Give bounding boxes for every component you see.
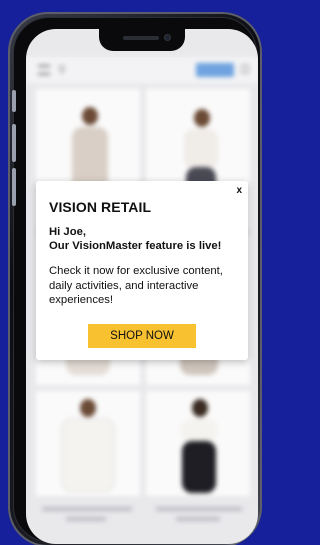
promo-popup: x VISION RETAIL Hi Joe, Our VisionMaster… <box>36 181 248 360</box>
shop-now-button[interactable]: SHOP NOW <box>88 324 196 348</box>
search-icon[interactable]: ⚲ <box>58 63 66 76</box>
volume-down-button <box>12 168 16 206</box>
product-image <box>182 441 216 493</box>
product-caption-line <box>176 517 220 521</box>
app-header-button[interactable] <box>196 63 234 77</box>
volume-up-button <box>12 124 16 162</box>
popup-body-text: Check it now for exclusive content, dail… <box>49 265 223 306</box>
close-icon[interactable]: x <box>236 186 242 196</box>
product-caption-line <box>156 507 242 511</box>
mute-switch <box>12 90 16 112</box>
speaker-grille <box>123 36 159 40</box>
product-image <box>180 419 218 441</box>
app-topbar: ⚲ ◫ <box>26 57 258 83</box>
cart-icon[interactable]: ◫ <box>240 62 250 75</box>
product-caption-line <box>42 507 132 511</box>
product-card[interactable] <box>146 391 250 496</box>
popup-title: VISION RETAIL <box>49 199 152 215</box>
greeting-line: Our VisionMaster feature is live! <box>49 240 222 252</box>
notch <box>99 29 185 51</box>
product-image <box>82 107 98 125</box>
product-image <box>184 129 218 169</box>
product-card[interactable] <box>36 391 140 496</box>
stage: ⚲ ◫ x VISION RETAIL Hi Joe, Our VisionMa… <box>0 0 270 545</box>
front-camera <box>164 34 171 41</box>
product-image <box>194 109 210 127</box>
product-image <box>192 399 208 417</box>
product-image <box>80 399 96 417</box>
popup-greeting: Hi Joe, Our VisionMaster feature is live… <box>49 225 239 253</box>
product-caption-line <box>66 517 106 521</box>
hamburger-icon[interactable] <box>38 65 50 75</box>
product-image <box>62 419 114 491</box>
greeting-line: Hi Joe, <box>49 226 87 238</box>
